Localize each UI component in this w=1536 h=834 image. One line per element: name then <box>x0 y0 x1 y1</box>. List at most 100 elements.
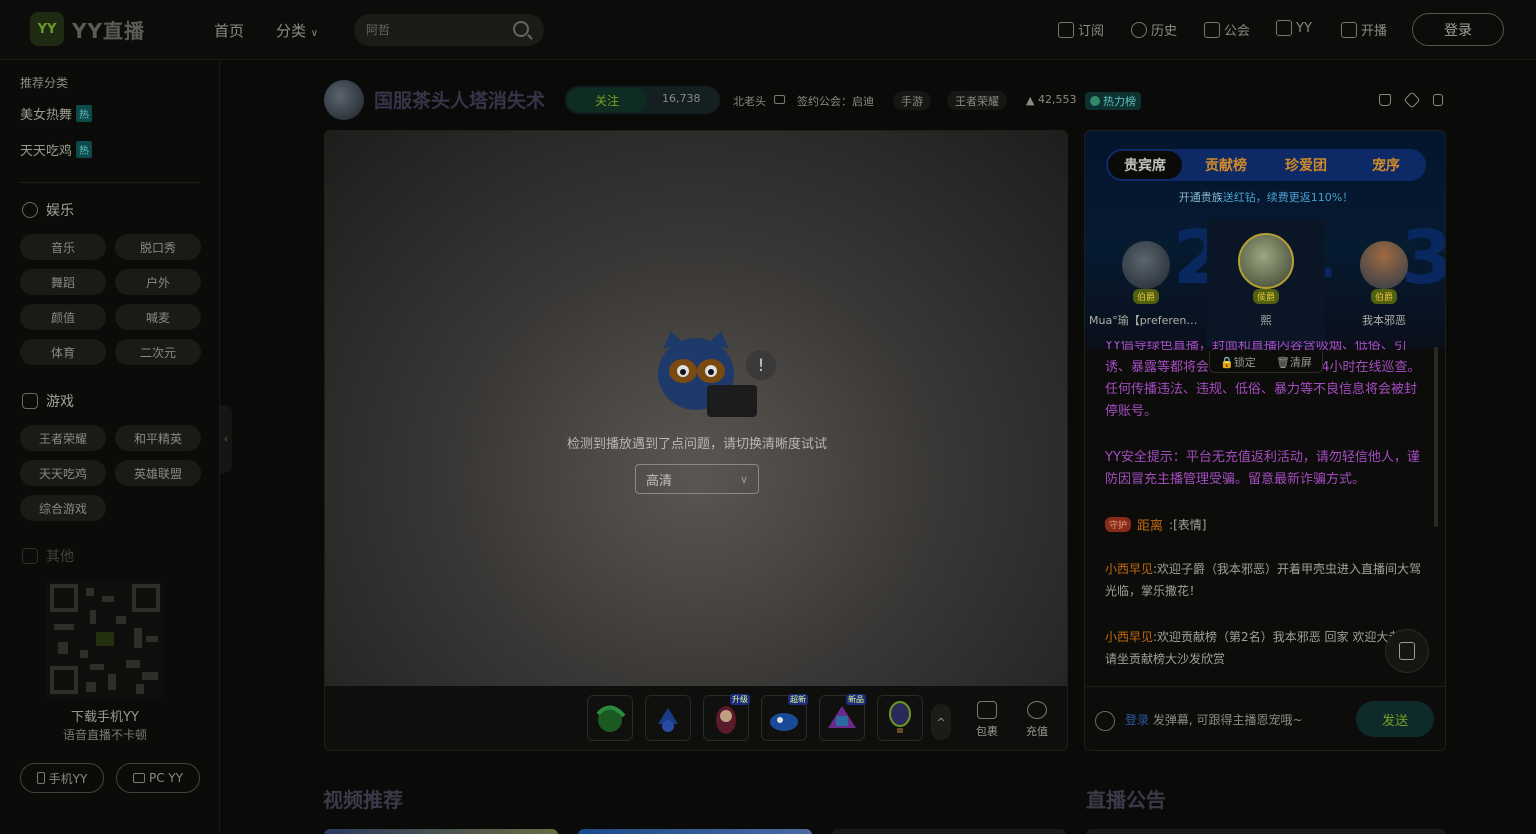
player-toolbar <box>325 686 1067 750</box>
balloon-icon <box>889 701 911 733</box>
mascot-icon: ! <box>658 331 776 417</box>
host-name[interactable]: 北老头 <box>733 93 766 109</box>
tab-vip-seats[interactable]: 贵宾席 <box>1108 151 1182 179</box>
phone-icon <box>36 772 45 784</box>
chat-user[interactable]: 小西早见 <box>1105 562 1153 576</box>
video-area[interactable]: ! 检测到播放遇到了点问题，请切换清晰度试试 高清 ∨ <box>325 131 1067 686</box>
category-looks[interactable]: 颜值 <box>20 304 106 330</box>
gift-item[interactable] <box>877 695 923 741</box>
tab-pets[interactable]: 宠序 <box>1348 149 1424 181</box>
clear-button[interactable]: 🗑清屏 <box>1276 354 1312 370</box>
noble-badge: 伯爵 <box>1370 289 1397 304</box>
category-shout[interactable]: 喊麦 <box>115 304 201 330</box>
category-anime[interactable]: 二次元 <box>115 339 201 365</box>
pc-yy-label: PC YY <box>148 771 184 785</box>
chat-settings-button[interactable] <box>1385 629 1429 673</box>
pc-yy-button[interactable]: PC YY <box>116 763 200 793</box>
video-player[interactable]: ! 检测到播放遇到了点问题，请切换清晰度试试 高清 ∨ 升级 超新 新品 ^ 包… <box>324 130 1068 751</box>
recharge-button[interactable]: 充值 <box>1017 701 1057 739</box>
mobile-yy-label: 手机YY <box>48 771 88 786</box>
send-button[interactable]: 发送 <box>1356 701 1434 737</box>
video-card[interactable] <box>324 829 558 834</box>
mobile-yy-button[interactable]: 手机YY <box>20 763 104 793</box>
divider <box>20 182 200 183</box>
nav-subscribe[interactable]: 订阅 <box>1058 20 1104 39</box>
category-sports[interactable]: 体育 <box>20 339 106 365</box>
right-panel: 贵宾席 贡献榜 珍爱团 宠序 开通贵族送红钻，续费更返110%！ 2 1 3 伯… <box>1084 130 1446 751</box>
login-button[interactable]: 登录 <box>1412 13 1504 46</box>
chat-scrollbar[interactable] <box>1434 347 1438 527</box>
category-dance[interactable]: 舞蹈 <box>20 269 106 295</box>
sidebar-item-hot-chicken[interactable]: 天天吃鸡 热 <box>20 140 93 159</box>
nav-category[interactable]: 分类 ∨ <box>276 20 318 41</box>
gift-badge: 升级 <box>730 694 750 705</box>
bell-icon[interactable] <box>1379 94 1391 106</box>
chat-list[interactable]: YY倡导绿色直播，封面和直播内容含吸烟、低俗、引诱、暴露等都将会被封停账号，网警… <box>1105 341 1427 683</box>
rank-user-name: Mua°瑜【preference】 <box>1089 314 1205 327</box>
follow-button[interactable]: 关注 <box>567 88 647 112</box>
section-title: 游戏 <box>46 394 74 410</box>
guild-label[interactable]: 签约公会：启迪 <box>797 93 874 109</box>
nav-guild[interactable]: 公会 <box>1204 20 1250 39</box>
quality-select[interactable]: 高清 ∨ <box>635 464 759 494</box>
category-music[interactable]: 音乐 <box>20 234 106 260</box>
lock-button[interactable]: 🔒锁定 <box>1220 354 1256 370</box>
sidebar-collapse-button[interactable]: ‹ <box>220 405 232 473</box>
nav-category-label: 分类 <box>276 22 307 40</box>
panel-tabs: 贵宾席 贡献榜 珍爱团 宠序 <box>1106 149 1426 181</box>
category-honor-of-kings[interactable]: 王者荣耀 <box>20 425 106 451</box>
quality-value: 高清 <box>646 473 673 489</box>
video-card[interactable] <box>832 829 1066 834</box>
rank-card-3[interactable]: 伯爵 我本邪恶 <box>1325 227 1443 328</box>
category-outdoor[interactable]: 户外 <box>115 269 201 295</box>
sidebar-item-hot-dance[interactable]: 美女热舞 热 <box>20 104 93 123</box>
gift-item[interactable]: 新品 <box>819 694 866 741</box>
tag-mobile-games[interactable]: 手游 <box>893 91 931 110</box>
nav-home[interactable]: 首页 <box>214 20 244 41</box>
package-button[interactable]: 包裹 <box>967 701 1007 739</box>
tab-fan-group[interactable]: 珍爱团 <box>1266 149 1346 181</box>
crown-icon <box>774 95 785 104</box>
yy-icon <box>1276 20 1292 36</box>
search-icon[interactable] <box>513 21 529 37</box>
top-nav: YY YY直播 首页 分类 ∨ 订阅 历史 公会 YY 开播 登录 <box>0 0 1536 60</box>
gift-item[interactable] <box>587 695 633 741</box>
chat-login-link[interactable]: 登录 <box>1125 713 1149 727</box>
host-avatar[interactable] <box>324 80 364 120</box>
section-title: 娱乐 <box>46 203 74 219</box>
section-title: 其他 <box>46 549 74 565</box>
tag-honor-of-kings[interactable]: 王者荣耀 <box>947 91 1007 110</box>
category-chicken[interactable]: 天天吃鸡 <box>20 460 106 486</box>
logo[interactable]: YY YY直播 <box>30 12 145 46</box>
chat-placeholder: 发弹幕, 可跟得主播恩宠哦~ <box>1152 713 1303 727</box>
recharge-label: 充值 <box>1026 725 1048 738</box>
tab-contribution[interactable]: 贡献榜 <box>1188 149 1264 181</box>
rank-card-2[interactable]: 伯爵 Mua°瑜【preference】 <box>1087 227 1205 328</box>
category-lol[interactable]: 英雄联盟 <box>115 460 201 486</box>
rank-user-name: 熙 <box>1260 314 1272 327</box>
avatar <box>1360 241 1408 289</box>
category-peace-elite[interactable]: 和平精英 <box>115 425 201 451</box>
nav-history[interactable]: 历史 <box>1131 20 1177 39</box>
video-card[interactable] <box>578 829 812 834</box>
nav-history-label: 历史 <box>1151 24 1178 39</box>
chat-user[interactable]: 小西早见 <box>1105 630 1153 644</box>
hot-rank-badge[interactable]: 热力榜 <box>1085 92 1141 110</box>
category-talkshow[interactable]: 脱口秀 <box>115 234 201 260</box>
noble-promo[interactable]: 开通贵族送红钻，续费更返110%！ <box>1085 189 1445 205</box>
nav-broadcast[interactable]: 开播 <box>1341 20 1387 39</box>
nav-yy[interactable]: YY <box>1276 20 1312 36</box>
emoji-icon[interactable] <box>1095 711 1115 731</box>
phone-icon[interactable] <box>1433 94 1443 106</box>
category-general-games[interactable]: 综合游戏 <box>20 495 106 521</box>
chat-user[interactable]: 距离 <box>1137 515 1163 534</box>
gift-item[interactable]: 升级 <box>703 694 750 741</box>
chat-input[interactable]: 登录 发弹幕, 可跟得主播恩宠哦~ <box>1125 711 1303 728</box>
gift-item[interactable]: 超新 <box>761 694 808 741</box>
noble-badge: 侯爵 <box>1252 289 1279 304</box>
expand-gifts-button[interactable]: ^ <box>931 704 951 740</box>
share-icon[interactable] <box>1403 91 1421 109</box>
chat-message: 守护 距离 :[表情] <box>1105 515 1427 534</box>
rank-card-1[interactable]: 侯爵 熙 <box>1207 219 1325 347</box>
gift-item[interactable] <box>645 695 691 741</box>
